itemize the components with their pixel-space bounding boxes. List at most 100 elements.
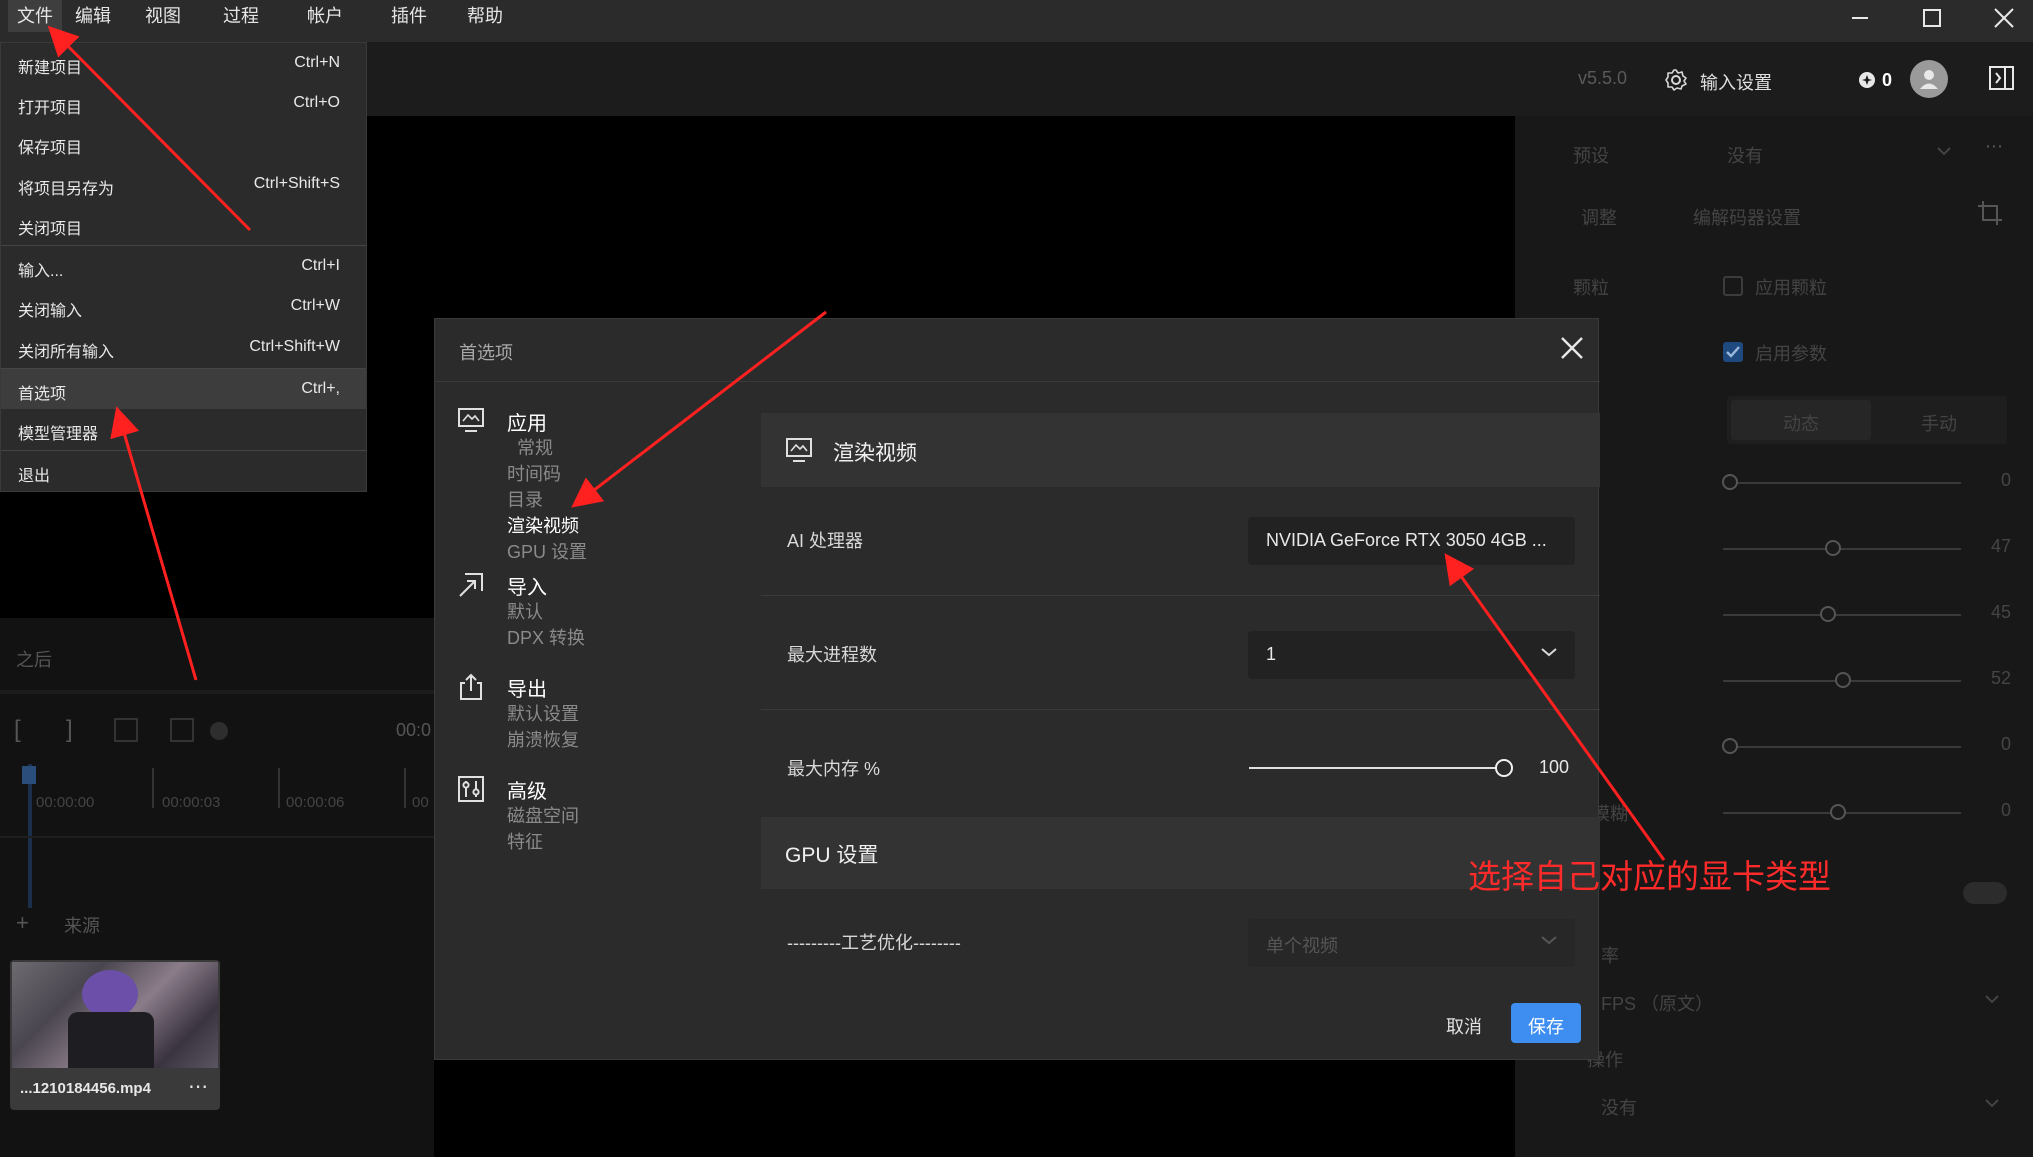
nav-timecode[interactable]: 时间码 — [507, 460, 561, 486]
menu-item-import[interactable]: 输入... Ctrl+I — [1, 246, 366, 286]
row-divider — [761, 709, 1600, 710]
toggle-panel-button[interactable] — [1988, 64, 2018, 94]
menu-item-new-project[interactable]: 新建项目 Ctrl+N — [1, 43, 366, 83]
cancel-button[interactable]: 取消 — [1423, 1003, 1505, 1043]
source-label: 来源 — [64, 916, 100, 936]
crop-icon[interactable] — [1977, 200, 2003, 226]
nav-import-default[interactable]: 默认 — [507, 598, 543, 624]
menu-item-shortcut: Ctrl+Shift+S — [253, 175, 340, 192]
more-options-icon[interactable]: ⋯ — [1985, 136, 2003, 157]
input-settings-button[interactable]: 输入设置 — [1662, 60, 1862, 100]
menu-account[interactable]: 帐户 — [302, 0, 348, 32]
ai-processor-select[interactable]: NVIDIA GeForce RTX 3050 4GB ... — [1248, 517, 1575, 565]
mark-out-icon[interactable]: ] — [66, 716, 73, 744]
preset-select[interactable]: 没有 — [1715, 132, 1965, 172]
slider-track-detail[interactable] — [1723, 548, 1961, 550]
nav-dpx-convert[interactable]: DPX 转换 — [507, 624, 585, 650]
annotation-text: 选择自己对应的显卡类型 — [1468, 858, 1831, 895]
avatar[interactable] — [1910, 60, 1948, 98]
add-icon[interactable]: + — [16, 910, 29, 936]
nav-export[interactable]: 导出 — [507, 673, 547, 702]
nav-general[interactable]: 常规 — [517, 434, 553, 460]
nav-export-default[interactable]: 默认设置 — [507, 700, 579, 726]
credits-badge[interactable]: 0 — [1852, 62, 1904, 98]
menu-item-save-project[interactable]: 保存项目 — [1, 123, 366, 163]
timecode-3: 00 — [412, 794, 429, 811]
check-icon — [1726, 346, 1740, 358]
mode-dynamic[interactable]: 动态 — [1731, 400, 1871, 440]
maximize-button[interactable] — [1896, 0, 1968, 36]
more-options-icon[interactable]: ⋯ — [188, 1074, 208, 1099]
menu-process[interactable]: 过程 — [218, 0, 264, 32]
clear-out-icon[interactable] — [170, 718, 194, 742]
tab-codec[interactable]: 编解码器设置 — [1693, 204, 1801, 230]
menu-view[interactable]: 视图 — [140, 0, 186, 32]
nav-features[interactable]: 特征 — [507, 828, 543, 854]
slider-knob-noise[interactable] — [1835, 672, 1851, 688]
slider-knob-deblur[interactable] — [1830, 804, 1846, 820]
nav-directory[interactable]: 目录 — [507, 486, 543, 512]
apply-grain-checkbox[interactable] — [1723, 276, 1743, 296]
dialog-close-button[interactable] — [1557, 333, 1591, 367]
section-title-gpu: GPU 设置 — [785, 844, 879, 867]
slider-knob-3[interactable] — [1820, 606, 1836, 622]
menu-item-shortcut: Ctrl+N — [294, 54, 340, 71]
craft-opt-select[interactable]: 单个视频 — [1248, 919, 1575, 967]
input-settings-label: 输入设置 — [1700, 73, 1772, 93]
enable-params-checkbox[interactable] — [1723, 342, 1743, 362]
menu-item-shortcut: Ctrl+O — [293, 94, 340, 111]
nav-crash-recovery[interactable]: 崩溃恢复 — [507, 726, 579, 752]
nav-import[interactable]: 导入 — [507, 571, 547, 600]
menu-item-label: 输入... — [18, 263, 64, 280]
close-icon — [1994, 8, 2014, 28]
post-action-value: 没有 — [1601, 1098, 1637, 1118]
after-label: 之后 — [16, 650, 52, 670]
post-action-select[interactable]: 没有 — [1601, 1084, 2011, 1124]
fps-select[interactable]: FPS （原文） — [1601, 980, 2011, 1020]
panel-toggle-icon — [1989, 66, 2014, 90]
menu-plugins[interactable]: 插件 — [386, 0, 432, 32]
minimize-button[interactable] — [1824, 0, 1896, 36]
video-thumbnail-card[interactable]: ...1210184456.mp4 ⋯ — [10, 960, 220, 1110]
max-memory-slider-track[interactable] — [1249, 767, 1505, 769]
toggle-switch[interactable] — [1963, 882, 2007, 904]
menu-item-model-manager[interactable]: 模型管理器 — [1, 409, 366, 449]
playhead-knob[interactable] — [210, 722, 228, 740]
max-processes-select[interactable]: 1 — [1248, 631, 1575, 679]
save-button[interactable]: 保存 — [1511, 1003, 1581, 1043]
playhead-marker[interactable] — [22, 766, 36, 784]
mode-manual[interactable]: 手动 — [1921, 410, 1957, 436]
tab-adjust[interactable]: 调整 — [1581, 204, 1617, 230]
nav-app[interactable]: 应用 — [507, 407, 547, 436]
slider-track-3[interactable] — [1723, 614, 1961, 616]
slider-knob-compress[interactable] — [1722, 474, 1738, 490]
menu-item-close-project[interactable]: 关闭项目 — [1, 204, 366, 244]
preferences-dialog: 首选项 应用 常规 时间码 目录 渲染视频 GPU 设置 导入 默认 DPX 转… — [434, 318, 1600, 1060]
nav-disk-space[interactable]: 磁盘空间 — [507, 802, 579, 828]
close-window-button[interactable] — [1968, 0, 2033, 36]
slider-knob-clean[interactable] — [1722, 738, 1738, 754]
slider-knob-detail[interactable] — [1825, 540, 1841, 556]
nav-render-video[interactable]: 渲染视频 — [507, 512, 579, 538]
menu-edit[interactable]: 编辑 — [70, 0, 116, 32]
menu-item-open-project[interactable]: 打开项目 Ctrl+O — [1, 83, 366, 123]
menu-item-save-as[interactable]: 将项目另存为 Ctrl+Shift+S — [1, 164, 366, 204]
menu-file[interactable]: 文件 — [8, 0, 62, 32]
menu-item-close-input[interactable]: 关闭输入 Ctrl+W — [1, 286, 366, 326]
slider-track-compress[interactable] — [1723, 482, 1961, 484]
menu-item-preferences[interactable]: 首选项 Ctrl+, — [1, 369, 366, 409]
clear-in-icon[interactable] — [114, 718, 138, 742]
section-header-render: 渲染视频 — [761, 413, 1600, 487]
craft-opt-value: 单个视频 — [1266, 936, 1338, 956]
max-memory-slider-knob[interactable] — [1495, 759, 1513, 777]
divider — [0, 836, 434, 838]
menu-help[interactable]: 帮助 — [462, 0, 508, 32]
slider-track-clean[interactable] — [1723, 746, 1961, 748]
nav-gpu-settings[interactable]: GPU 设置 — [507, 538, 587, 564]
menu-item-exit[interactable]: 退出 — [1, 451, 366, 491]
menu-item-close-all-inputs[interactable]: 关闭所有输入 Ctrl+Shift+W — [1, 327, 366, 367]
menu-item-label: 退出 — [18, 468, 51, 485]
nav-advanced[interactable]: 高级 — [507, 775, 547, 804]
thumbnail-figure — [68, 1012, 154, 1068]
mark-in-icon[interactable]: [ — [14, 716, 21, 744]
